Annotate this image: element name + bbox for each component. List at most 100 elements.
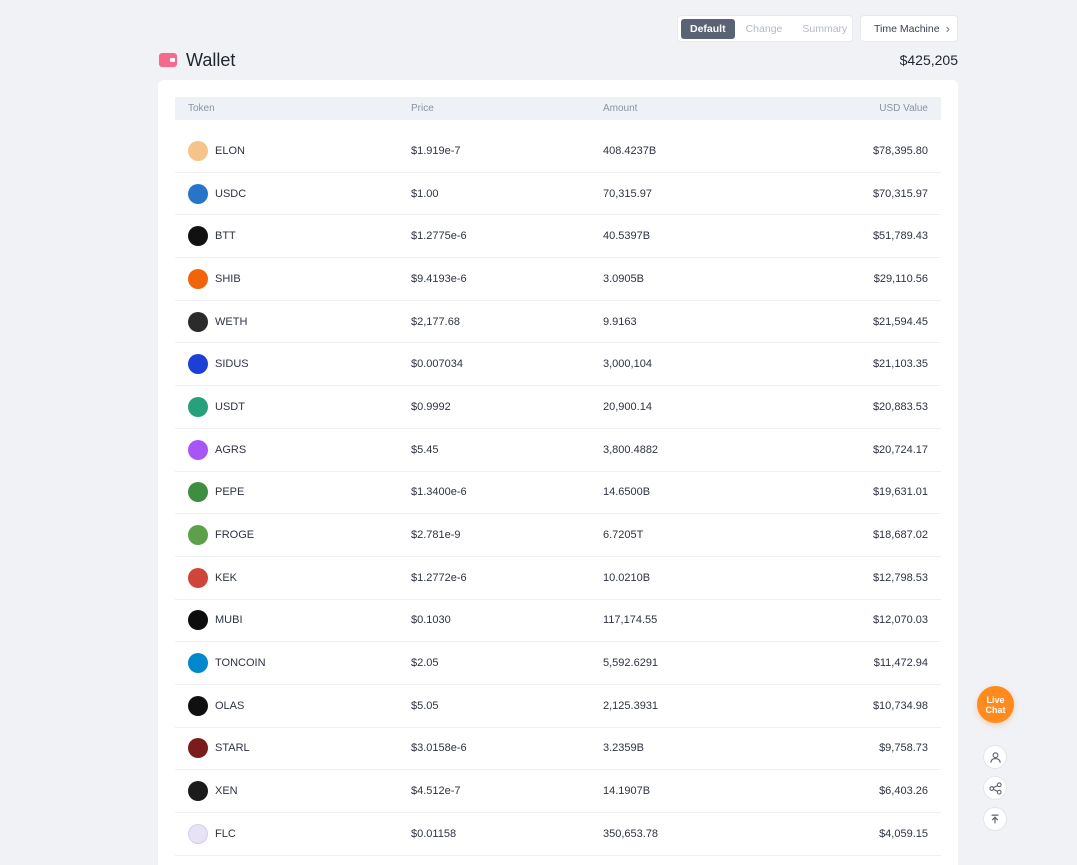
token-symbol: XEN xyxy=(215,785,238,798)
token-amount: 117,174.55 xyxy=(603,614,658,627)
token-usd-value: $78,395.80 xyxy=(872,144,928,157)
header-usd-value[interactable]: USD Value xyxy=(879,103,928,114)
share-button[interactable] xyxy=(983,776,1007,800)
token-usd-value: $12,798.53 xyxy=(872,571,928,584)
table-row[interactable]: WETH $2,177.68 9.9163 $21,594.45 xyxy=(175,301,941,344)
table-row[interactable]: TONCOIN $2.05 5,592.6291 $11,472.94 xyxy=(175,642,941,685)
usdc-icon xyxy=(188,183,208,204)
token-amount: 3.2359B xyxy=(603,742,644,755)
table-row[interactable]: SIDUS $0.007034 3,000,104 $21,103.35 xyxy=(175,343,941,387)
sidus-icon xyxy=(188,354,208,375)
token-price: $2.781e-9 xyxy=(411,529,461,542)
scroll-to-top-button[interactable] xyxy=(983,807,1007,831)
time-machine-button[interactable]: Time Machine › xyxy=(860,15,958,42)
shib-icon xyxy=(188,268,208,289)
token-usd-value: $21,103.35 xyxy=(872,358,928,371)
view-option-summary[interactable]: Summary xyxy=(793,19,856,39)
wallet-title: Wallet xyxy=(186,49,236,70)
token-cell: MUBI xyxy=(188,610,243,631)
token-symbol: SIDUS xyxy=(215,358,249,371)
token-amount: 9.9163 xyxy=(603,315,637,328)
token-amount: 3,800.4882 xyxy=(603,443,659,456)
view-mode-toggle: Default Change Summary xyxy=(677,15,853,42)
token-cell: ELON xyxy=(188,140,245,161)
token-symbol: KEK xyxy=(215,571,238,584)
wallet-icon xyxy=(159,53,177,67)
token-symbol: AGRS xyxy=(215,443,247,456)
flc-icon xyxy=(188,823,208,844)
token-symbol: OLAS xyxy=(215,699,245,712)
token-cell: XEN xyxy=(188,781,238,802)
btt-icon xyxy=(188,226,208,247)
token-amount: 2,125.3931 xyxy=(603,699,659,712)
token-usd-value: $6,403.26 xyxy=(879,785,928,798)
token-symbol: FLC xyxy=(215,827,236,840)
pepe-icon xyxy=(188,482,208,503)
agrs-icon xyxy=(188,439,208,460)
table-row[interactable]: FROGE $2.781e-9 6.7205T $18,687.02 xyxy=(175,514,941,557)
header-amount[interactable]: Amount xyxy=(603,103,637,114)
table-row[interactable]: STARL $3.0158e-6 3.2359B $9,758.73 xyxy=(175,728,941,771)
weth-icon xyxy=(188,311,208,332)
token-usd-value: $12,070.03 xyxy=(872,614,928,627)
header-token[interactable]: Token xyxy=(188,103,215,114)
table-row[interactable]: USDT $0.9992 20,900.14 $20,883.53 xyxy=(175,386,941,429)
token-price: $1.2772e-6 xyxy=(411,571,467,584)
token-usd-value: $70,315.97 xyxy=(872,187,928,200)
token-usd-value: $20,724.17 xyxy=(872,443,928,456)
token-symbol: STARL xyxy=(215,742,250,755)
token-symbol: USDC xyxy=(215,187,247,200)
token-usd-value: $29,110.56 xyxy=(873,272,928,285)
table-row[interactable]: PEPE $1.3400e-6 14.6500B $19,631.01 xyxy=(175,472,941,515)
table-row[interactable]: BTT $1.2775e-6 40.5397B $51,789.43 xyxy=(175,215,941,259)
token-price: $1.00 xyxy=(411,187,439,200)
token-symbol: ELON xyxy=(215,144,245,157)
arrow-up-icon xyxy=(991,814,999,824)
token-symbol: FROGE xyxy=(215,529,255,542)
user-icon xyxy=(989,751,1001,763)
view-option-change[interactable]: Change xyxy=(737,19,792,39)
token-amount: 14.1907B xyxy=(603,785,651,798)
xen-icon xyxy=(188,781,208,802)
token-cell: FLC xyxy=(188,823,236,844)
user-settings-button[interactable] xyxy=(983,745,1007,769)
share-icon xyxy=(988,781,1002,795)
token-amount: 14.6500B xyxy=(603,486,651,499)
table-row[interactable]: MUBI $0.1030 117,174.55 $12,070.03 xyxy=(175,600,941,643)
table-row[interactable]: USDC $1.00 70,315.97 $70,315.97 xyxy=(175,173,941,216)
toncoin-icon xyxy=(188,653,208,674)
token-table-card: Token Price Amount USD Value ELON $1.919e… xyxy=(158,80,958,865)
token-amount: 3.0905B xyxy=(603,272,644,285)
token-amount: 3,000,104 xyxy=(603,358,652,371)
table-row[interactable]: FLC $0.01158 350,653.78 $4,059.15 xyxy=(175,813,941,856)
view-option-default[interactable]: Default xyxy=(681,18,735,39)
token-usd-value: $18,687.02 xyxy=(872,529,928,542)
token-price: $0.01158 xyxy=(411,827,457,840)
live-chat-button[interactable]: Live Chat xyxy=(977,686,1014,723)
token-usd-value: $20,883.53 xyxy=(872,400,928,413)
table-row[interactable]: ELON $1.919e-7 408.4237B $78,395.80 xyxy=(175,130,941,173)
token-price: $2.05 xyxy=(411,657,439,670)
token-price: $5.05 xyxy=(411,699,439,712)
table-row[interactable]: OLAS $5.05 2,125.3931 $10,734.98 xyxy=(175,685,941,728)
token-amount: 408.4237B xyxy=(603,144,657,157)
header-price[interactable]: Price xyxy=(411,103,434,114)
token-cell: USDT xyxy=(188,396,245,417)
froge-icon xyxy=(188,525,208,546)
wallet-total-value: $425,205 xyxy=(899,52,958,68)
table-row[interactable]: SHIB $9.4193e-6 3.0905B $29,110.56 xyxy=(175,258,941,301)
olas-icon xyxy=(188,695,208,716)
token-cell: FROGE xyxy=(188,525,255,546)
token-amount: 10.0210B xyxy=(603,571,651,584)
chevron-right-icon: › xyxy=(945,20,950,36)
token-rows: ELON $1.919e-7 408.4237B $78,395.80 USDC $1.0… xyxy=(175,130,941,856)
token-cell: OLAS xyxy=(188,695,245,716)
table-row[interactable]: AGRS $5.45 3,800.4882 $20,724.17 xyxy=(175,429,941,472)
mubi-icon xyxy=(188,610,208,631)
table-row[interactable]: KEK $1.2772e-6 10.0210B $12,798.53 xyxy=(175,557,941,600)
table-row[interactable]: XEN $4.512e-7 14.1907B $6,403.26 xyxy=(175,770,941,813)
token-symbol: MUBI xyxy=(215,614,243,627)
token-amount: 20,900.14 xyxy=(603,400,652,413)
time-machine-label: Time Machine xyxy=(874,22,940,35)
elon-dog-icon xyxy=(188,140,208,161)
